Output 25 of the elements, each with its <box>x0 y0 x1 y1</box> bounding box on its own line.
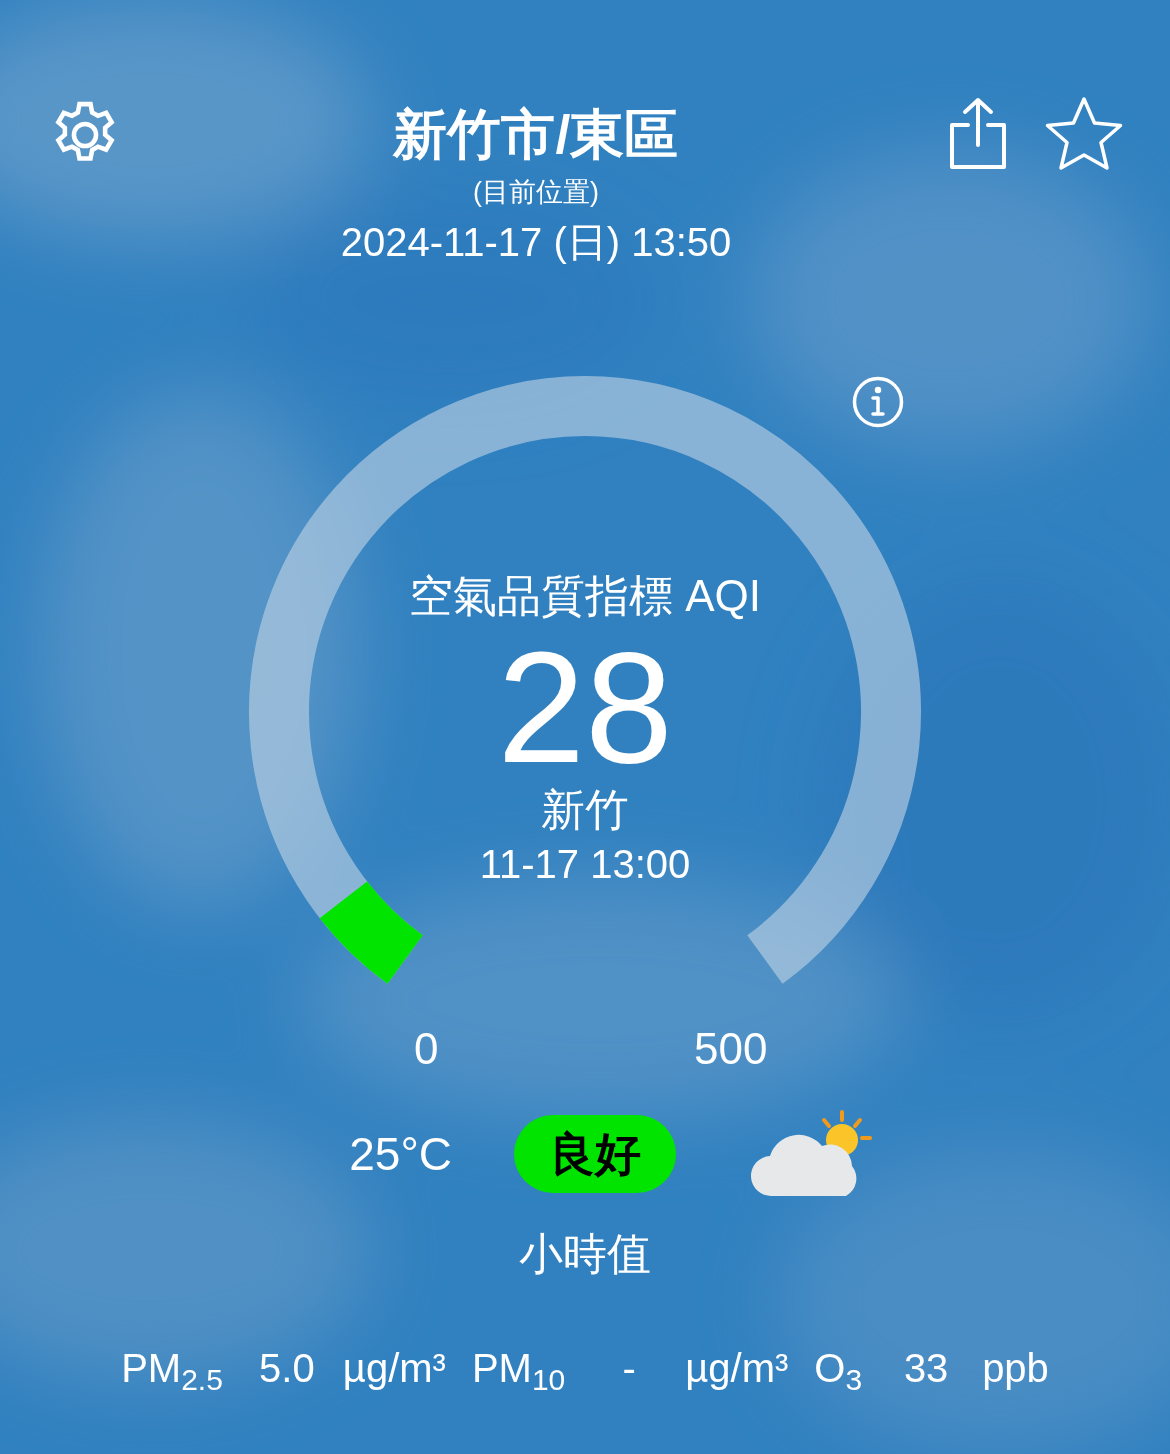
temperature: 25°C <box>348 1126 453 1182</box>
info-icon[interactable] <box>852 376 904 428</box>
pollutant-unit: µg/m³ <box>342 1345 446 1392</box>
scale-min: 0 <box>414 1023 439 1075</box>
star-icon[interactable] <box>1044 96 1124 172</box>
date-time: 2024-11-17 (日) 13:50 <box>340 219 732 266</box>
pollutant-value: - <box>621 1345 637 1392</box>
pollutant-name: O$_{3}$ <box>814 1345 863 1396</box>
partly-cloudy-icon <box>750 1110 872 1198</box>
share-icon[interactable] <box>948 97 1008 171</box>
pollutant-unit: µg/m³ <box>685 1345 789 1392</box>
aqi-value: 28 <box>497 632 673 782</box>
status-badge: 良好 <box>514 1115 676 1193</box>
pollutant-name: PM$_{2.5}$ <box>121 1345 223 1396</box>
pollutant-value: 33 <box>902 1345 950 1392</box>
scale-max: 500 <box>694 1023 768 1075</box>
gauge-label: 空氣品質指標 AQI <box>409 570 761 622</box>
station-time: 11-17 13:00 <box>479 841 691 888</box>
interval-label: 小時值 <box>519 1228 651 1280</box>
pollutant-value: 5.0 <box>258 1345 316 1392</box>
location-subtitle: (目前位置) <box>473 176 599 209</box>
location-title: 新竹市/東區 <box>393 103 679 166</box>
pollutant-name: PM$_{10}$ <box>471 1345 566 1396</box>
pollutant-unit: ppb <box>982 1345 1049 1392</box>
station-name: 新竹 <box>541 784 629 836</box>
